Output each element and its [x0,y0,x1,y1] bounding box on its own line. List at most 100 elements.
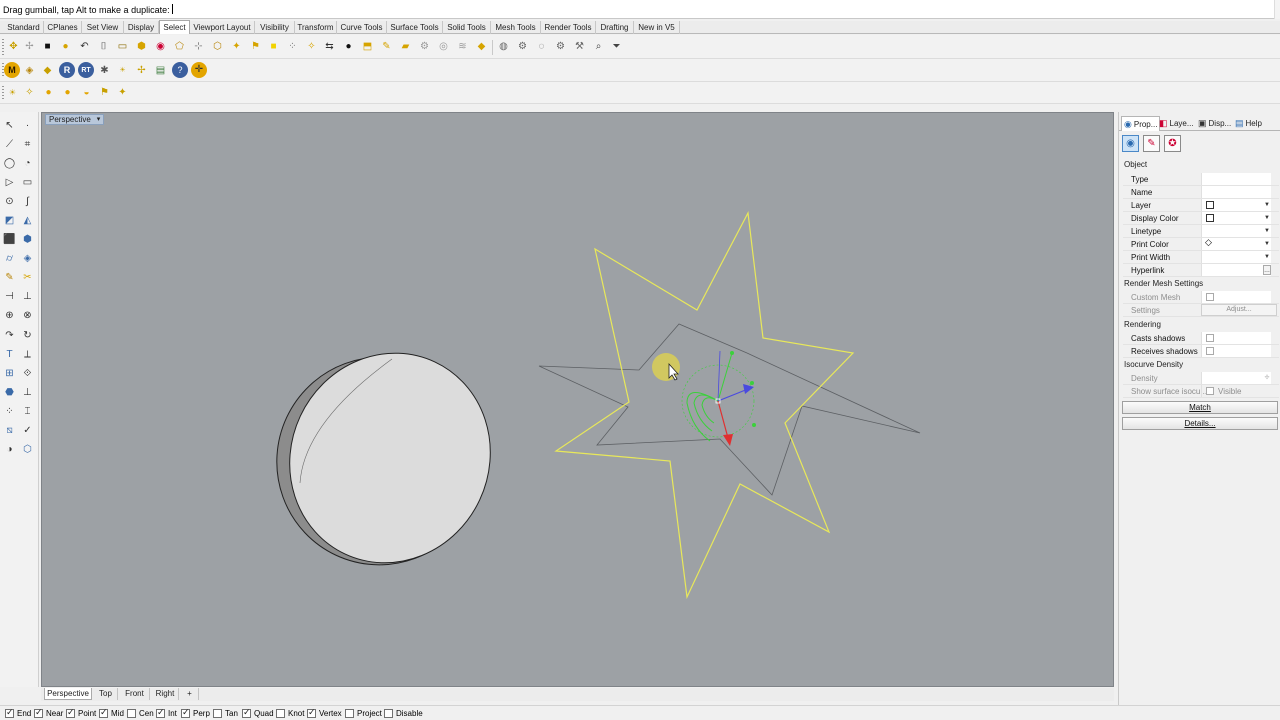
prop-print-color[interactable]: Print Color ◇ ▼ [1123,237,1279,251]
match-button[interactable]: Match [1122,401,1278,414]
render-icon[interactable]: R [59,62,75,78]
rectangle-icon[interactable]: ▭ [20,175,35,190]
osnap-project-checkbox[interactable] [345,709,354,718]
select-isocurves-icon[interactable]: ◎ [436,39,451,54]
boolean-icon[interactable]: ✎ [2,270,17,285]
vptab-front[interactable]: Front [120,688,150,700]
directional-light-icon[interactable]: ● [60,85,75,100]
osnap-disable-checkbox[interactable] [384,709,393,718]
prop-layer-select[interactable]: ▼ [1201,199,1271,211]
select-dots-icon[interactable]: ⁘ [285,39,300,54]
light-properties-icon[interactable]: ✦ [115,85,130,100]
osnap-mid-checkbox[interactable] [99,707,108,718]
join-icon[interactable]: ⊕ [2,308,17,323]
osnap-tan-checkbox[interactable] [213,709,222,718]
analyze-icon[interactable]: ⧅ [2,423,17,438]
command-line[interactable]: Drag gumball, tap Alt to make a duplicat… [0,0,1280,19]
tab-display[interactable]: Display [124,21,159,34]
osnap-int[interactable]: Int [156,707,177,719]
select-lights-icon[interactable]: ✦ [229,39,244,54]
tab-render-tools[interactable]: Render Tools [541,21,596,34]
osnap-perp-checkbox[interactable] [181,707,190,718]
select-chain-icon[interactable]: ⚙ [553,39,568,54]
osnap-vertex[interactable]: Vertex [307,707,342,719]
circle-icon[interactable]: ◯ [2,156,17,171]
select-meshes-icon[interactable]: ⊹ [191,39,206,54]
split-icon[interactable]: ⊣ [2,289,17,304]
spotlight-icon[interactable]: ✢ [134,63,149,78]
viewport-menu-arrow-icon[interactable]: ▾ [97,114,101,125]
render-window-icon[interactable]: RT [78,62,94,78]
point-icon[interactable]: · [20,118,35,133]
osnap-quad-checkbox[interactable] [242,707,251,718]
grid-snap-icon[interactable]: ⊥ [20,385,35,400]
dimension-icon[interactable]: ⟂ [20,347,35,362]
select-surfaces-icon[interactable]: ⬢ [134,39,149,54]
select-dup-icon[interactable]: ◍ [496,39,511,54]
mapping-icon[interactable]: ◆ [40,63,55,78]
select-open-curves-icon[interactable]: ⬒ [360,39,375,54]
select-open-surfaces-icon[interactable]: ▰ [398,39,413,54]
tab-properties[interactable]: ◉ Prop... [1121,116,1161,131]
select-previous-icon[interactable]: ● [58,39,73,54]
osnap-vertex-checkbox[interactable] [307,707,316,718]
osnap-knot[interactable]: Knot [276,708,304,719]
prop-print-width-select[interactable]: ▼ [1201,251,1271,263]
cylinder-disk[interactable] [243,320,525,599]
select-layer-icon[interactable]: ⇆ [322,39,337,54]
osnap-point[interactable]: Point [66,707,96,719]
select-zoom-icon[interactable]: ⌕ [591,39,606,54]
prop-hyperlink-field[interactable]: … [1201,264,1271,276]
linear-light-icon[interactable]: ⚑ [97,85,112,100]
cylinder-icon[interactable]: ⌭ [2,251,17,266]
command-prompt[interactable]: Drag gumball, tap Alt to make a duplicat… [3,4,173,15]
select-linetype-icon[interactable]: ≋ [455,39,470,54]
array-icon[interactable]: ⁘ [2,404,17,419]
command-scrollbar[interactable] [1274,0,1280,19]
select-colors-icon[interactable]: ◉ [153,39,168,54]
osnap-near[interactable]: Near [34,707,63,719]
arc-icon[interactable]: ◔ [20,156,35,171]
select-point-clouds-icon[interactable]: ⚙ [417,39,432,54]
chevron-down-icon[interactable]: ▼ [1263,239,1271,249]
extrude-icon[interactable]: ◭ [20,213,35,228]
tab-surface-tools[interactable]: Surface Tools [387,21,443,34]
osnap-end-checkbox[interactable] [5,707,14,718]
render-help-icon[interactable]: ? [172,62,188,78]
prop-name[interactable]: Name [1123,186,1279,199]
texture-mapping-button[interactable]: ✪ [1164,135,1181,152]
toolbar-grip[interactable] [2,39,4,55]
prop-print-color-select[interactable]: ◇ ▼ [1201,237,1271,250]
select-blocks-icon[interactable]: ⬡ [210,39,225,54]
casts-shadows-checkbox[interactable] [1206,334,1214,342]
sun-icon[interactable]: ☀ [115,63,130,78]
osnap-mid[interactable]: Mid [99,707,124,719]
receives-shadows-checkbox[interactable] [1206,347,1214,355]
tab-curve-tools[interactable]: Curve Tools [337,21,387,34]
vptab-top[interactable]: Top [94,688,118,700]
tab-help[interactable]: ▤ Help [1233,116,1264,131]
tab-set-view[interactable]: Set View [82,21,124,34]
gumball-widget[interactable] [681,350,756,446]
select-details-icon[interactable]: ✧ [304,39,319,54]
tab-viewport-layout[interactable]: Viewport Layout [190,21,255,34]
osnap-quad[interactable]: Quad [242,707,274,719]
star-curve-shadow[interactable] [538,323,921,496]
osnap-point-checkbox[interactable] [66,707,75,718]
mirror-icon[interactable]: ⌶ [20,404,35,419]
add-viewport-tab-icon[interactable]: + [181,688,199,700]
osnap-perp[interactable]: Perp [181,707,210,719]
surface-icon[interactable]: ◩ [2,213,17,228]
explode-icon[interactable]: ⊗ [20,308,35,323]
mesh-icon[interactable]: ◈ [20,251,35,266]
osnap-int-checkbox[interactable] [156,707,165,718]
select-brush-icon[interactable]: ⚒ [572,39,587,54]
osnap-knot-checkbox[interactable] [276,709,285,718]
tab-mesh-tools[interactable]: Mesh Tools [491,21,541,34]
spot-light-icon[interactable]: ● [41,85,56,100]
select-last-icon[interactable]: ■ [40,39,55,54]
vptab-perspective[interactable]: Perspective [44,688,92,700]
chevron-down-icon[interactable]: ▼ [1263,213,1271,223]
select-arrow-icon[interactable]: ↖ [2,118,17,133]
select-all-icon[interactable]: ✥ [6,39,21,54]
